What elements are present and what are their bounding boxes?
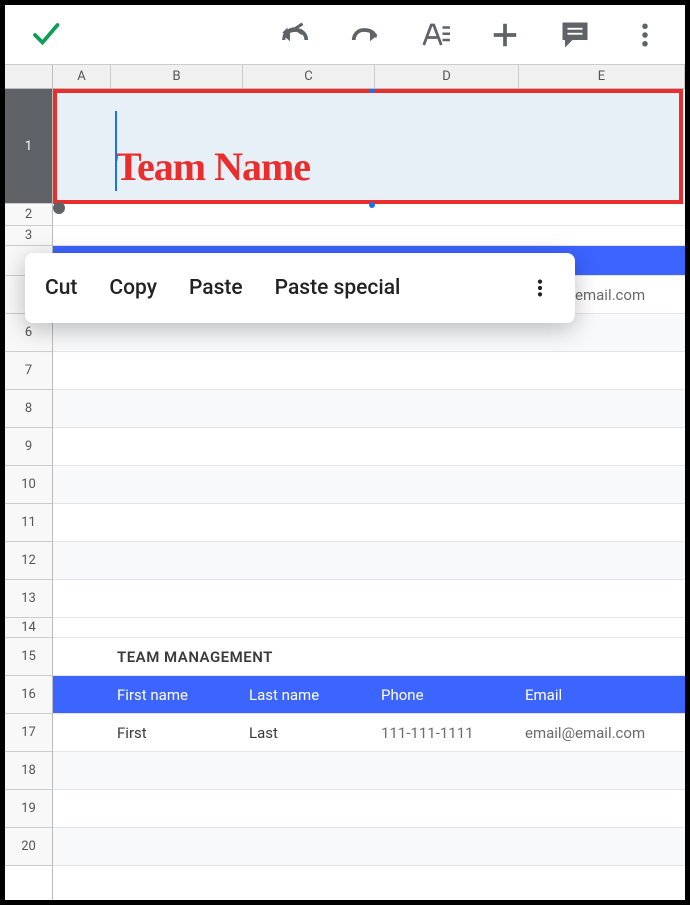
- section-title: TEAM MANAGEMENT: [111, 638, 685, 675]
- row-header-12[interactable]: 12: [5, 542, 52, 580]
- section-title-row: TEAM MANAGEMENT: [53, 638, 685, 676]
- redo-button[interactable]: [335, 5, 395, 65]
- menu-cut[interactable]: Cut: [45, 276, 77, 300]
- selection-handle[interactable]: [53, 202, 65, 214]
- more-vert-icon: [529, 277, 551, 299]
- selection-dot-bottom[interactable]: [369, 202, 375, 208]
- row-header-18[interactable]: 18: [5, 752, 52, 790]
- text-format-button[interactable]: [405, 5, 465, 65]
- plus-icon: [490, 20, 520, 50]
- menu-paste[interactable]: Paste: [189, 276, 243, 300]
- row-header-16[interactable]: 16: [5, 676, 52, 714]
- column-header-e[interactable]: E: [519, 65, 685, 88]
- select-all-corner[interactable]: [5, 65, 53, 88]
- text-format-icon: [420, 20, 450, 50]
- row-header-10[interactable]: 10: [5, 466, 52, 504]
- row-header-20[interactable]: 20: [5, 828, 52, 866]
- row-header-8[interactable]: 8: [5, 390, 52, 428]
- row-header-7[interactable]: 7: [5, 352, 52, 390]
- comment-button[interactable]: [545, 5, 605, 65]
- cell-email[interactable]: email@email.com: [519, 714, 685, 751]
- toolbar: [5, 5, 685, 65]
- column-header-c[interactable]: C: [243, 65, 375, 88]
- text-cursor: [115, 111, 117, 191]
- header-email: Email: [519, 676, 685, 713]
- row-header-1[interactable]: 1: [5, 89, 52, 204]
- insert-button[interactable]: [475, 5, 535, 65]
- cell-first[interactable]: First: [111, 714, 243, 751]
- undo-icon: [280, 20, 310, 50]
- cell-last[interactable]: Last: [243, 714, 375, 751]
- row-header-2[interactable]: 2: [5, 204, 52, 226]
- row-header-15[interactable]: 15: [5, 638, 52, 676]
- selected-cell[interactable]: Team Name: [53, 89, 683, 204]
- cell-phone[interactable]: 111-111-1111: [375, 714, 519, 751]
- row-headers: 1 2 3 4 5 6 7 8 9 10 11 12 13 14 15 16 1…: [5, 89, 53, 900]
- row-header-14[interactable]: 14: [5, 618, 52, 638]
- menu-paste-special[interactable]: Paste special: [275, 276, 401, 300]
- cell-title-text: Team Name: [115, 143, 310, 190]
- cells-area[interactable]: Team Name First Last 111-111-1111 email@…: [53, 89, 685, 900]
- menu-more-button[interactable]: [525, 277, 555, 299]
- overflow-button[interactable]: [615, 5, 675, 65]
- comment-icon: [560, 20, 590, 50]
- column-header-b[interactable]: B: [111, 65, 243, 88]
- row-header-3[interactable]: 3: [5, 226, 52, 246]
- menu-copy[interactable]: Copy: [109, 276, 157, 300]
- row-header-11[interactable]: 11: [5, 504, 52, 542]
- column-header-d[interactable]: D: [375, 65, 519, 88]
- check-icon: [30, 20, 60, 50]
- header-first-name: First name: [111, 676, 243, 713]
- column-headers: A B C D E: [5, 65, 685, 89]
- row-header-13[interactable]: 13: [5, 580, 52, 618]
- table-row[interactable]: First Last 111-111-1111 email@email.com: [53, 714, 685, 752]
- table-header-row-2: First name Last name Phone Email: [53, 676, 685, 714]
- redo-icon: [350, 20, 380, 50]
- row-header-19[interactable]: 19: [5, 790, 52, 828]
- row-header-17[interactable]: 17: [5, 714, 52, 752]
- context-menu: Cut Copy Paste Paste special: [25, 253, 575, 323]
- header-last-name: Last name: [243, 676, 375, 713]
- confirm-button[interactable]: [15, 5, 75, 65]
- undo-button[interactable]: [265, 5, 325, 65]
- header-phone: Phone: [375, 676, 519, 713]
- more-vert-icon: [630, 20, 660, 50]
- row-header-9[interactable]: 9: [5, 428, 52, 466]
- column-header-a[interactable]: A: [53, 65, 111, 88]
